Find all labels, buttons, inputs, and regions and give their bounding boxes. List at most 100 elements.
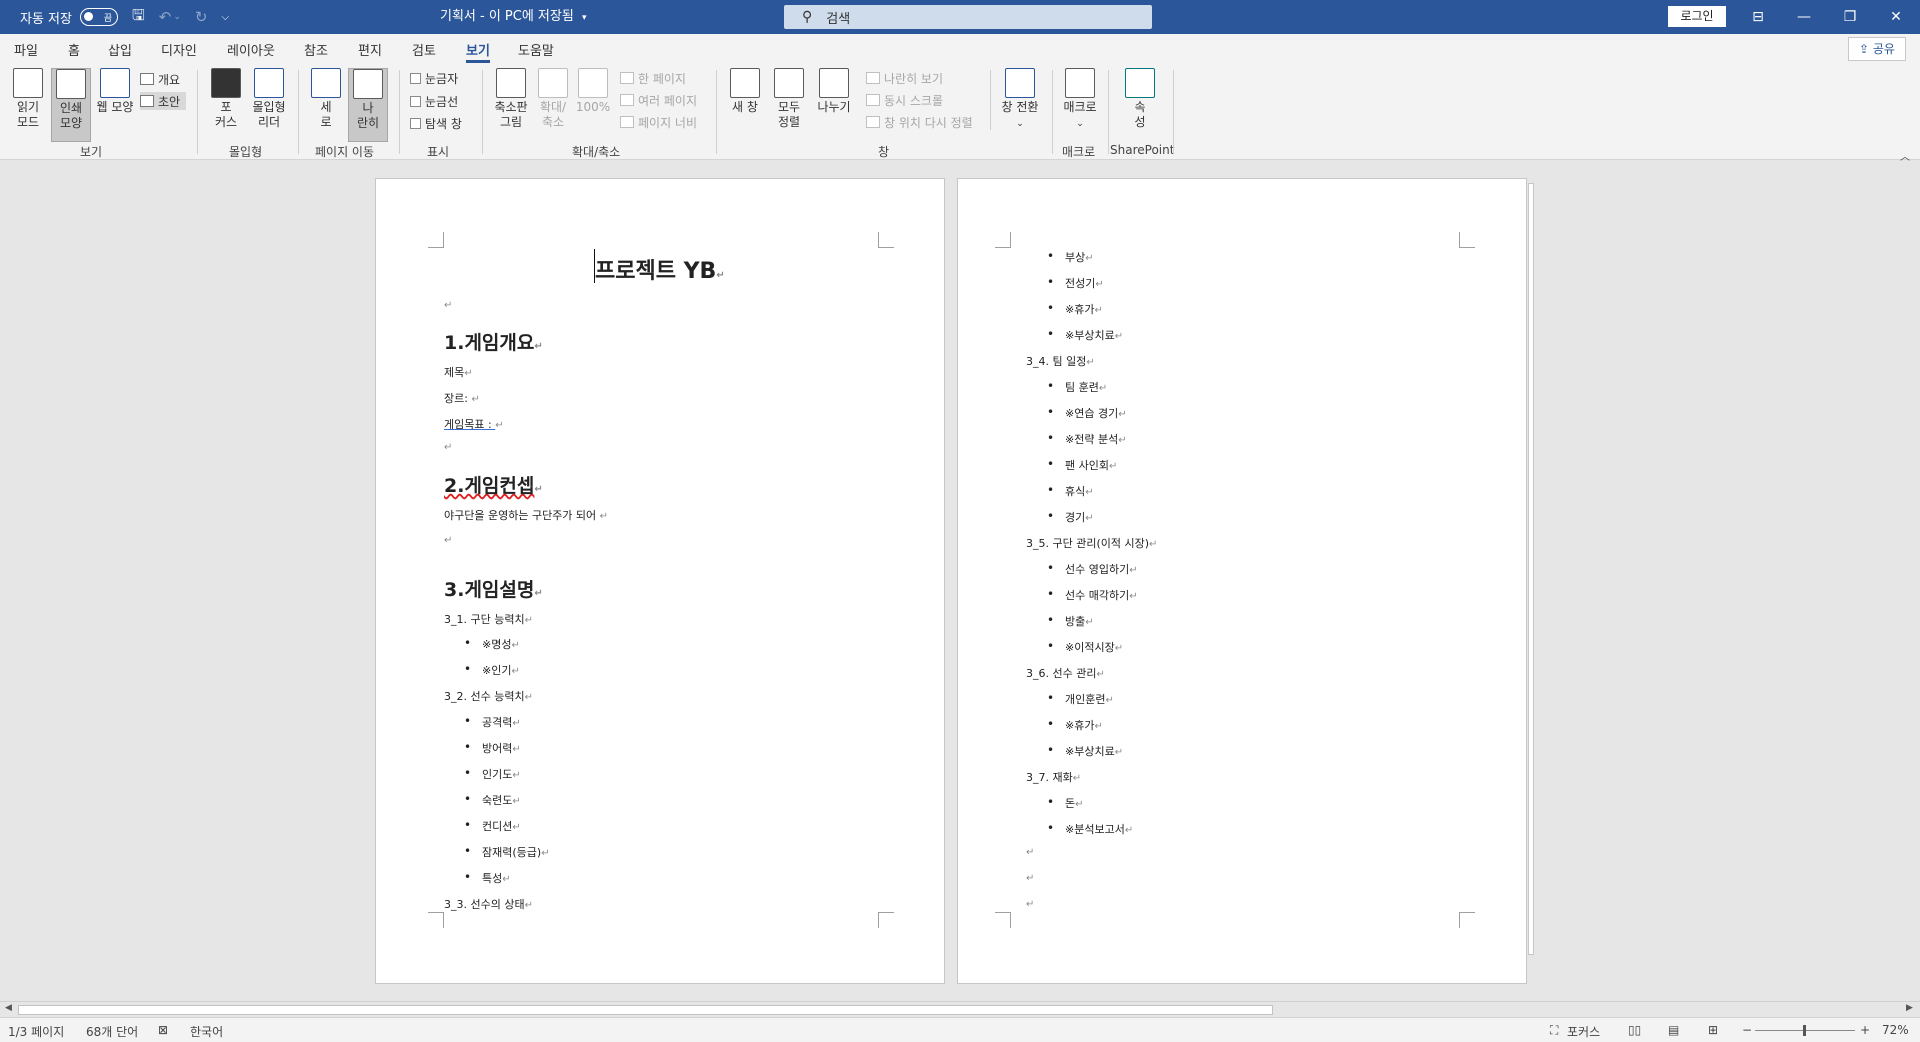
arrange-all-button[interactable]: 모두 정렬 [771, 68, 807, 130]
paragraph-mark: ↵ [1118, 409, 1127, 420]
navigation-pane-checkbox[interactable]: 탐색 창 [410, 114, 462, 132]
zoom-in-icon[interactable]: + [1860, 1023, 1870, 1037]
paragraph-mark: ↵ [534, 341, 543, 352]
zoom-thumbnails-icon [496, 68, 526, 98]
scroll-left-icon[interactable]: ◀ [5, 1003, 12, 1013]
tab-review[interactable]: 검토 [412, 40, 436, 59]
read-mode-view-icon[interactable]: ▯▯ [1628, 1023, 1641, 1037]
properties-label-1: 속 [1134, 100, 1146, 114]
word-count[interactable]: 68개 단어 [86, 1023, 138, 1040]
synchronous-scrolling-button[interactable]: 동시 스크롤 [866, 91, 943, 109]
web-layout-button[interactable]: 웹 모양 [94, 68, 136, 115]
immersive-reader-button[interactable]: 몰입형 리더 [248, 68, 290, 130]
paragraph-mark: ↵ [1026, 873, 1035, 884]
outline-button[interactable]: 개요 [140, 70, 180, 88]
tab-home[interactable]: 홈 [68, 40, 80, 59]
minimize-icon[interactable]: — [1781, 0, 1827, 34]
list-item: 팀 훈련↵ [1047, 379, 1107, 395]
heading-section-2: 2.게임컨셉↵ [444, 471, 543, 498]
share-label: 공유 [1872, 42, 1895, 56]
view-side-by-side-button[interactable]: 나란히 보기 [866, 69, 943, 87]
scroll-right-icon[interactable]: ▶ [1906, 1003, 1913, 1013]
document-workspace[interactable]: 프로젝트 YB↵ ↵ 1.게임개요↵ 제목↵ 장르: ↵ 게임목표 : ↵ ↵ … [0, 161, 1920, 1001]
group-separator [1108, 70, 1109, 154]
web-layout-icon [100, 68, 130, 98]
reset-window-position-button[interactable]: 창 위치 다시 정렬 [866, 113, 973, 131]
print-layout-view-icon[interactable]: ▤ [1668, 1023, 1679, 1037]
draft-button[interactable]: 초안 [140, 92, 187, 110]
list-item: 선수 영입하기↵ [1047, 561, 1138, 577]
gridlines-checkbox[interactable]: 눈금선 [410, 92, 458, 110]
zoom-thumbnails-label-2: 그림 [499, 115, 523, 129]
focus-button[interactable]: 포 커스 [208, 68, 244, 130]
print-layout-button[interactable]: 인쇄 모양 [51, 68, 91, 142]
tab-help[interactable]: 도움말 [518, 40, 554, 59]
proofing-icon[interactable]: ⊠ [158, 1023, 168, 1037]
close-icon[interactable]: ✕ [1873, 0, 1919, 34]
paragraph-mark: ↵ [1095, 279, 1104, 290]
web-layout-view-icon[interactable]: ⊞ [1708, 1023, 1718, 1037]
ruler-checkbox[interactable]: 눈금자 [410, 69, 458, 87]
split-button[interactable]: 나누기 [814, 68, 854, 115]
focus-mode-icon[interactable]: ⛶ [1550, 1023, 1558, 1038]
list-item: 방어력↵ [464, 740, 521, 756]
document-page-2[interactable]: 부상↵ 전성기↵ ※휴가↵ ※부상치료↵ 3_4. 팀 일정↵ 팀 훈련↵ ※연… [957, 178, 1527, 984]
redo-icon[interactable]: ↻ [195, 8, 208, 26]
ribbon: 읽기 모드 인쇄 모양 웹 모양 개요 초안 보기 포 커스 몰입형 리더 몰입… [0, 64, 1920, 163]
undo-dropdown-icon[interactable]: ⌄ [173, 12, 181, 22]
subheading-text: 3_6. 선수 관리 [1026, 667, 1097, 680]
list-item-text: ※휴가 [1065, 719, 1095, 732]
zoom-slider-knob[interactable] [1803, 1025, 1806, 1036]
paragraph-mark: ↵ [444, 535, 453, 546]
properties-button[interactable]: 속 성 [1124, 68, 1156, 130]
paragraph-mark: ↵ [1072, 773, 1082, 784]
customize-qat-icon[interactable]: ⌵ [221, 12, 229, 23]
tab-insert[interactable]: 삽입 [108, 40, 132, 59]
vertical-button[interactable]: 세 로 [308, 68, 344, 130]
margin-corner [878, 232, 894, 248]
zoom-100-button[interactable]: 100% [575, 68, 611, 115]
tab-design[interactable]: 디자인 [161, 40, 197, 59]
page-width-button[interactable]: 페이지 너비 [620, 113, 697, 131]
read-mode-button[interactable]: 읽기 모드 [10, 68, 46, 130]
zoom-thumbnails-button[interactable]: 축소판 그림 [490, 68, 532, 130]
scrollbar-thumb[interactable] [18, 1005, 1273, 1015]
search-box[interactable]: ⚲ 검색 [784, 5, 1152, 29]
group-separator [482, 70, 483, 154]
horizontal-scrollbar[interactable]: ◀ ▶ [0, 1001, 1920, 1017]
multiple-pages-button[interactable]: 여러 페이지 [620, 91, 697, 109]
tab-layout[interactable]: 레이아웃 [227, 40, 275, 59]
side-to-side-button[interactable]: 나 란히 [348, 68, 388, 142]
subheading: 3_3. 선수의 상태↵ [444, 896, 533, 912]
save-icon[interactable]: 🖫 [132, 5, 145, 30]
list-item: ※분석보고서↵ [1047, 821, 1133, 837]
page-count[interactable]: 1/3 페이지 [8, 1023, 64, 1040]
undo-icon[interactable]: ↶ [159, 8, 172, 26]
group-separator [990, 70, 991, 130]
zoom-level[interactable]: 72% [1882, 1023, 1909, 1037]
login-button[interactable]: 로그인 [1668, 6, 1726, 27]
autosave-toggle[interactable]: 끔 [79, 8, 118, 26]
tab-references[interactable]: 참조 [304, 40, 328, 59]
ribbon-display-options-icon[interactable]: ⊟ [1735, 0, 1781, 34]
paragraph-mark: ↵ [471, 394, 480, 405]
tab-view[interactable]: 보기 [466, 40, 490, 63]
new-window-button[interactable]: 새 창 [727, 68, 763, 115]
tab-mailings[interactable]: 편지 [358, 40, 382, 59]
zoom-button[interactable]: 확대/ 축소 [535, 68, 571, 130]
toggle-knob [83, 12, 93, 21]
restore-icon[interactable]: ❐ [1827, 0, 1873, 34]
side-to-side-label-1: 나 [362, 101, 374, 115]
macros-button[interactable]: 매크로 ⌄ [1060, 68, 1100, 132]
language-indicator[interactable]: 한국어 [190, 1023, 223, 1040]
list-item-text: 선수 매각하기 [1065, 589, 1130, 602]
document-page-1[interactable]: 프로젝트 YB↵ ↵ 1.게임개요↵ 제목↵ 장르: ↵ 게임목표 : ↵ ↵ … [375, 178, 945, 984]
zoom-out-icon[interactable]: − [1742, 1023, 1752, 1037]
share-button[interactable]: ⇪ 공유 [1848, 37, 1906, 61]
document-title[interactable]: 기획서 - 이 PC에 저장됨 ▾ [440, 0, 587, 34]
switch-windows-button[interactable]: 창 전환 ⌄ [996, 68, 1044, 132]
one-page-button[interactable]: 한 페이지 [620, 69, 686, 87]
tab-file[interactable]: 파일 [14, 40, 38, 59]
focus-mode-label[interactable]: 포커스 [1567, 1023, 1600, 1040]
margin-corner [1459, 912, 1475, 928]
